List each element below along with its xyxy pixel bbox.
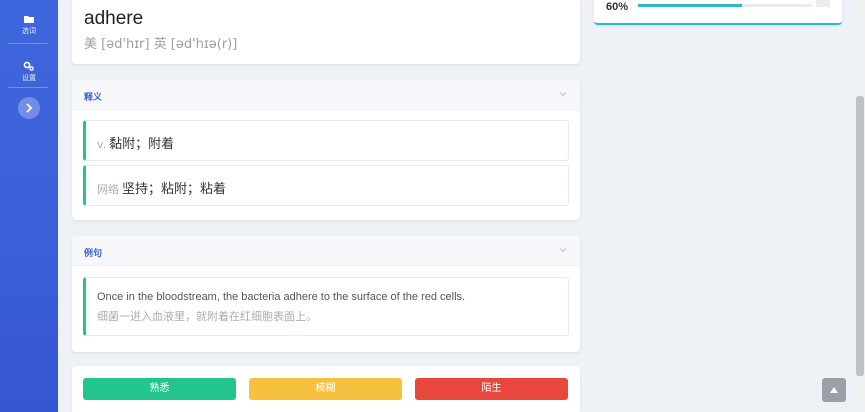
progress-percent: 60% xyxy=(606,1,629,13)
definition-pos: 网络 xyxy=(97,183,119,196)
caret-up-icon xyxy=(830,387,838,393)
definition-text: 黏附；附着 xyxy=(109,137,175,152)
sidebar-toggle-button[interactable] xyxy=(18,97,40,119)
example-panel: 例句 Once in the bloodstream, the bacteria… xyxy=(72,236,580,352)
definition-panel: 释义 v. 黏附；附着 网络 坚持；粘附；粘着 xyxy=(72,80,580,220)
sidebar-item-settings[interactable]: 设置 xyxy=(0,60,58,83)
example-chinese: 细菌一进入血液里，就附着在红细胞表面上。 xyxy=(97,310,317,323)
definition-text: 坚持；粘附；粘着 xyxy=(122,182,227,197)
folder-icon xyxy=(24,16,34,23)
word-phonetic: 美 [əd'hɪr] 英 [əd'hɪə(r)] xyxy=(84,37,238,52)
sidebar-item-select-words[interactable]: 选词 xyxy=(0,13,58,36)
progress-action[interactable] xyxy=(816,0,830,7)
sidebar: 选词 设置 xyxy=(0,0,58,412)
sidebar-item-label: 设置 xyxy=(22,74,36,82)
main-content: adhere 美 [əd'hɪr] 英 [əd'hɪə(r)] 释义 v. 黏附；… xyxy=(58,0,855,412)
unfamiliar-button[interactable]: 陌生 xyxy=(415,378,568,400)
example-item: Once in the bloodstream, the bacteria ad… xyxy=(83,277,569,336)
example-english: Once in the bloodstream, the bacteria ad… xyxy=(97,291,466,303)
progress-bar-fill xyxy=(638,4,743,7)
example-panel-title: 例句 xyxy=(84,249,103,259)
definition-pos: v. xyxy=(97,138,107,151)
sidebar-divider xyxy=(8,87,48,88)
familiar-button[interactable]: 熟悉 xyxy=(83,378,236,400)
progress-bar xyxy=(638,4,812,7)
chevron-down-icon[interactable] xyxy=(558,89,568,99)
scrollbar-thumb[interactable] xyxy=(856,96,864,376)
chevron-right-icon xyxy=(26,103,33,113)
gears-icon xyxy=(23,61,34,71)
familiarity-buttons: 熟悉 模糊 陌生 xyxy=(72,366,580,412)
word-card: adhere 美 [əd'hɪr] 英 [əd'hɪə(r)] xyxy=(72,0,580,64)
progress-card: 60% xyxy=(594,0,842,25)
vague-button[interactable]: 模糊 xyxy=(249,378,402,400)
word-title: adhere xyxy=(84,8,144,29)
chevron-down-icon[interactable] xyxy=(558,245,568,255)
sidebar-item-label: 选词 xyxy=(22,27,36,35)
back-to-top-button[interactable] xyxy=(822,378,846,402)
sidebar-divider xyxy=(8,43,48,44)
definition-item: v. 黏附；附着 xyxy=(83,120,569,161)
definition-panel-header[interactable]: 释义 xyxy=(72,80,580,110)
example-panel-header[interactable]: 例句 xyxy=(72,236,580,266)
definition-item: 网络 坚持；粘附；粘着 xyxy=(83,165,569,206)
scrollbar[interactable] xyxy=(855,0,865,412)
definition-panel-title: 释义 xyxy=(84,93,103,103)
